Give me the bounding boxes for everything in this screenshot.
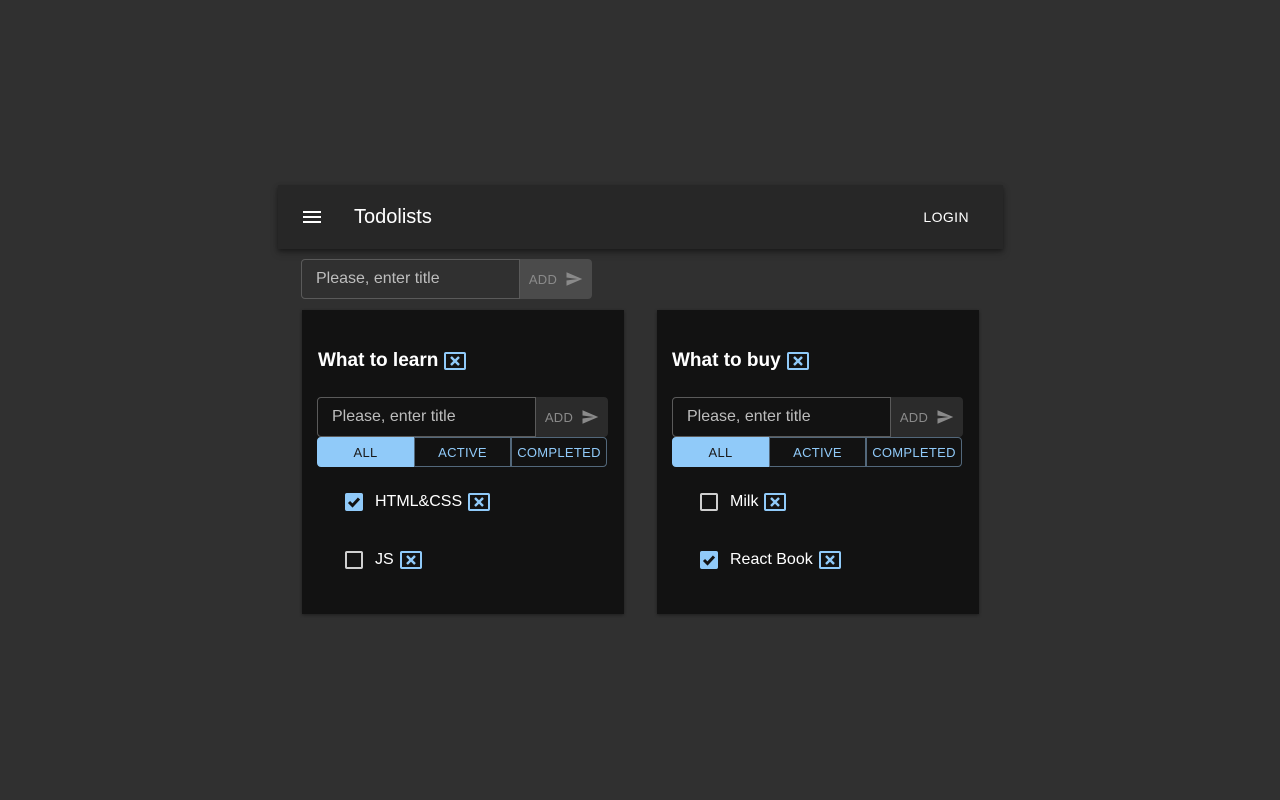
filter-completed-button[interactable]: COMPLETED	[866, 437, 962, 467]
send-icon	[582, 410, 599, 424]
send-icon	[937, 410, 954, 424]
close-icon	[474, 497, 484, 507]
add-task-button[interactable]: ADD	[536, 397, 608, 437]
new-todolist-form: ADD	[301, 259, 592, 299]
task-item: HTML&CSS	[345, 493, 491, 511]
add-task-button[interactable]: ADD	[891, 397, 963, 437]
task-item: Milk	[700, 493, 787, 511]
filter-group: ALL ACTIVE COMPLETED	[317, 437, 607, 467]
task-item: JS	[345, 551, 422, 569]
add-task-form: ADD	[672, 397, 963, 437]
add-task-form: ADD	[317, 397, 608, 437]
menu-icon[interactable]	[300, 205, 324, 229]
add-task-input[interactable]	[672, 397, 891, 437]
add-todolist-button[interactable]: ADD	[520, 259, 592, 299]
todolist-card: What to buy ADD ALL ACTIVE COMPLETED Mil…	[657, 310, 979, 614]
todolist-title-text: What to learn	[318, 350, 439, 371]
task-title[interactable]: Milk	[730, 493, 758, 511]
todolist-title-text: What to buy	[672, 350, 781, 371]
task-checkbox[interactable]	[700, 493, 718, 511]
task-checkbox[interactable]	[700, 551, 718, 569]
check-icon	[347, 497, 361, 508]
filter-all-button[interactable]: ALL	[672, 437, 769, 467]
delete-task-button[interactable]	[468, 493, 491, 511]
task-item: React Book	[700, 551, 841, 569]
delete-task-button[interactable]	[399, 551, 422, 569]
delete-todolist-button[interactable]	[786, 352, 809, 370]
filter-group: ALL ACTIVE COMPLETED	[672, 437, 962, 467]
delete-task-button[interactable]	[818, 551, 841, 569]
close-icon	[792, 356, 803, 366]
add-button-label: ADD	[544, 409, 574, 425]
check-icon	[702, 555, 716, 566]
filter-active-button[interactable]: ACTIVE	[769, 437, 866, 467]
close-icon	[450, 356, 461, 366]
close-icon	[770, 497, 781, 507]
filter-all-button[interactable]: ALL	[317, 437, 414, 467]
task-checkbox[interactable]	[345, 493, 363, 511]
task-title[interactable]: HTML&CSS	[375, 493, 462, 511]
new-todolist-input[interactable]	[301, 259, 520, 299]
todolist-title: What to learn	[318, 350, 467, 372]
add-button-label: ADD	[528, 271, 558, 287]
delete-todolist-button[interactable]	[444, 352, 467, 370]
login-button[interactable]: LOGIN	[911, 201, 981, 233]
close-icon	[824, 555, 835, 565]
delete-task-button[interactable]	[764, 493, 787, 511]
todolist-title: What to buy	[672, 350, 809, 372]
filter-active-button[interactable]: ACTIVE	[414, 437, 511, 467]
close-icon	[405, 555, 416, 565]
app-title: Todolists	[354, 206, 432, 228]
todolist-card: What to learn ADD ALL ACTIVE COMPLETED H…	[302, 310, 624, 614]
send-icon	[566, 272, 583, 286]
filter-completed-button[interactable]: COMPLETED	[511, 437, 607, 467]
task-title[interactable]: JS	[375, 551, 394, 569]
app-bar: Todolists LOGIN	[278, 185, 1003, 249]
task-title[interactable]: React Book	[730, 551, 813, 569]
add-button-label: ADD	[899, 409, 929, 425]
add-task-input[interactable]	[317, 397, 536, 437]
task-checkbox[interactable]	[345, 551, 363, 569]
